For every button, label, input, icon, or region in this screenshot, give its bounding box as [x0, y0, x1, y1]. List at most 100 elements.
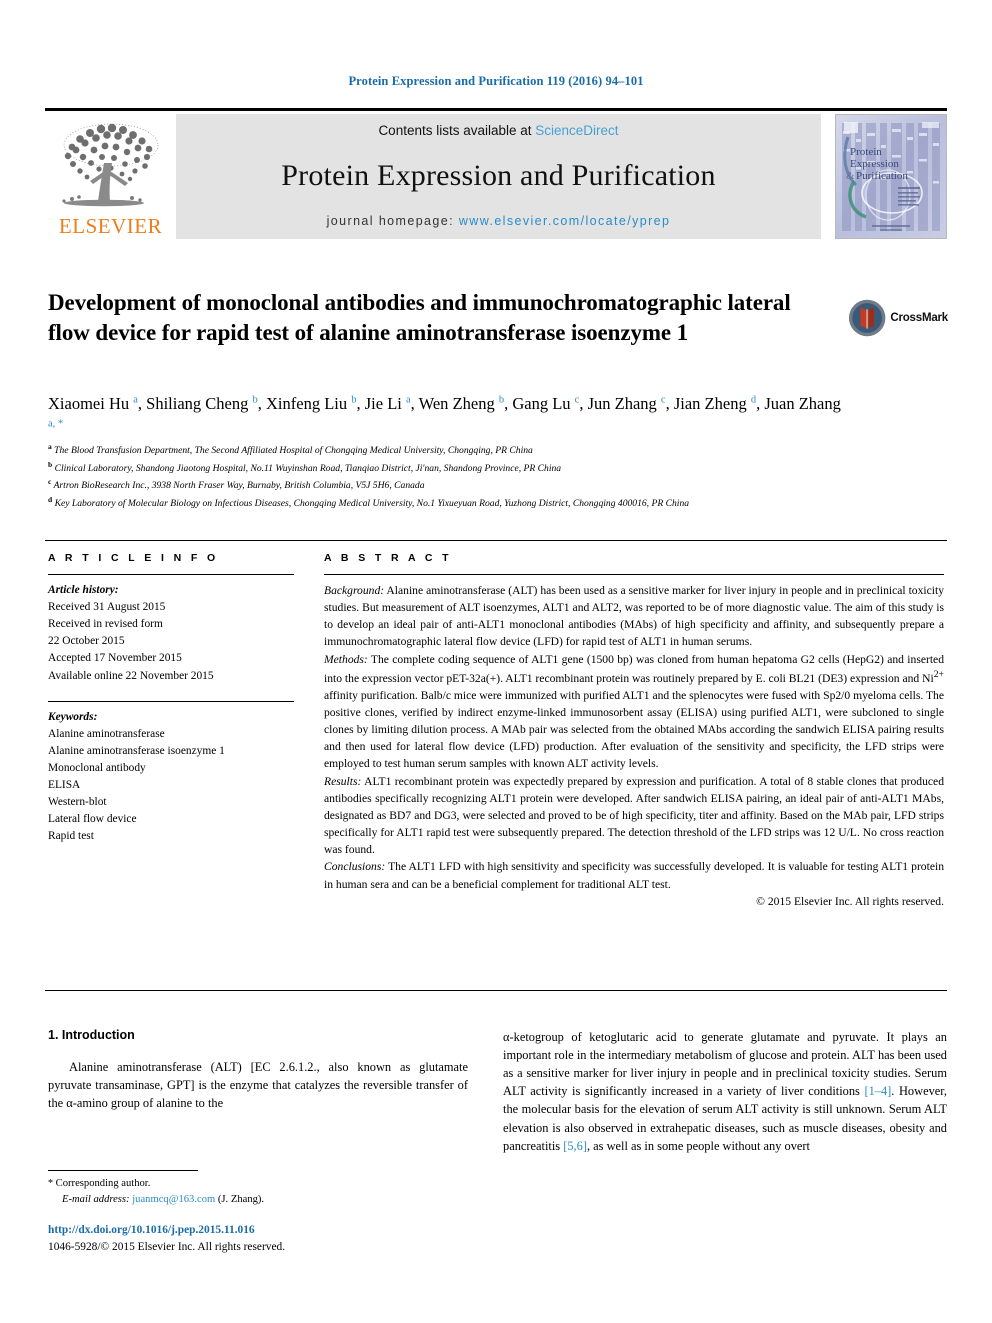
article-page: Protein Expression and Purification 119 …: [0, 0, 992, 1323]
contents-prefix: Contents lists available at: [378, 123, 536, 138]
abstract-background-text: Alanine aminotransferase (ALT) has been …: [324, 584, 944, 649]
homepage-prefix: journal homepage:: [326, 214, 459, 228]
author-name: Jun Zhang: [587, 394, 661, 413]
keyword-item[interactable]: ELISA: [48, 777, 294, 794]
corresponding-author-footnote: * Corresponding author. E-mail address: …: [48, 1176, 478, 1207]
abstract-heading: A B S T R A C T: [324, 552, 452, 564]
citation-ref-2[interactable]: [5,6]: [563, 1139, 587, 1153]
journal-band: Contents lists available at ScienceDirec…: [176, 114, 821, 239]
corresponding-author-line: * Corresponding author.: [48, 1176, 478, 1192]
article-history-item: 22 October 2015: [48, 635, 125, 648]
abstract-body: Background: Alanine aminotransferase (AL…: [324, 582, 944, 910]
keyword-item[interactable]: Lateral flow device: [48, 811, 294, 828]
homepage-url-link[interactable]: www.elsevier.com/locate/yprep: [459, 214, 671, 228]
journal-homepage-line: journal homepage: www.elsevier.com/locat…: [327, 214, 671, 228]
keywords-block: Keywords: Alanine aminotransferase Alanin…: [48, 709, 294, 846]
keywords-rule: [48, 700, 294, 702]
abstract-methods-text-2: affinity purification. Balb/c mice were …: [324, 688, 944, 771]
doi-link[interactable]: http://dx.doi.org/10.1016/j.pep.2015.11.…: [48, 1222, 478, 1239]
issn-copyright-line: 1046-5928/© 2015 Elsevier Inc. All right…: [48, 1240, 286, 1253]
svg-text:&: &: [846, 170, 855, 182]
section-divider-top: [45, 540, 947, 541]
affiliation-text: Key Laboratory of Molecular Biology on I…: [52, 498, 690, 510]
crossmark-badge[interactable]: CrossMark: [848, 290, 948, 346]
keywords-label: Keywords:: [48, 710, 98, 723]
article-info-heading: A R T I C L E I N F O: [48, 552, 219, 564]
cover-art-icon: Protein Expression & Purification: [836, 115, 946, 238]
article-history-label: Article history:: [48, 584, 119, 596]
abstract-conclusions-label: Conclusions:: [324, 860, 386, 874]
article-history-item: Accepted 17 November 2015: [48, 652, 182, 665]
keyword-items: Alanine aminotransferase Alanine aminotra…: [48, 726, 294, 846]
author-name: Shiliang Cheng: [146, 394, 253, 413]
keyword-item[interactable]: Alanine aminotransferase isoenzyme 1: [48, 743, 294, 760]
article-history-item: Available online 22 November 2015: [48, 669, 214, 682]
author-name: Wen Zheng: [418, 394, 499, 413]
affiliation-item: d Key Laboratory of Molecular Biology on…: [48, 494, 848, 512]
author-name: Jie Li: [364, 394, 406, 413]
introduction-heading: 1. Introduction: [48, 1028, 135, 1042]
affiliation-item: c Artron BioResearch Inc., 3938 North Fr…: [48, 476, 848, 494]
keyword-item[interactable]: Rapid test: [48, 828, 294, 845]
elsevier-wordmark: ELSEVIER: [58, 214, 163, 238]
elsevier-tree-icon: [61, 123, 158, 207]
abstract-methods-superscript: 2+: [933, 668, 944, 680]
abstract-methods: Methods: The complete coding sequence of…: [324, 651, 944, 773]
journal-cover-thumbnail[interactable]: Protein Expression & Purification: [835, 114, 947, 239]
author-affiliation-marker: a, *: [48, 418, 64, 430]
author-separator: ,: [410, 394, 419, 413]
svg-text:Protein: Protein: [850, 146, 882, 158]
introduction-left-column: 1. Introduction Alanine aminotransferase…: [48, 1028, 468, 1112]
journal-title: Protein Expression and Purification: [281, 159, 716, 192]
introduction-right-text: α-ketogroup of ketoglutaric acid to gene…: [503, 1028, 947, 1155]
author-name: Xiaomei Hu: [48, 394, 134, 413]
citation-ref-1[interactable]: [1–4]: [864, 1084, 891, 1098]
author-list: Xiaomei Hu a, Shiliang Cheng b, Xinfeng …: [48, 392, 848, 440]
footnote-rule: [48, 1170, 198, 1171]
elsevier-logo: ELSEVIER: [45, 114, 176, 239]
abstract-background-label: Background:: [324, 584, 385, 597]
introduction-right-column: α-ketogroup of ketoglutaric acid to gene…: [503, 1028, 947, 1155]
affiliation-item: a The Blood Transfusion Department, The …: [48, 441, 848, 459]
doi-footer: http://dx.doi.org/10.1016/j.pep.2015.11.…: [48, 1222, 478, 1255]
keyword-item[interactable]: Alanine aminotransferase: [48, 726, 294, 743]
affiliation-list: a The Blood Transfusion Department, The …: [48, 441, 848, 512]
email-line: E-mail address: juanmcq@163.com (J. Zhan…: [48, 1192, 478, 1207]
intro-right-part-3: , as well as in some people without any …: [586, 1138, 810, 1153]
email-owner: (J. Zhang).: [215, 1193, 265, 1205]
abstract-methods-label: Methods:: [324, 652, 368, 666]
svg-text:Expression: Expression: [850, 158, 899, 170]
affiliation-item: b Clinical Laboratory, Shandong Jiaotong…: [48, 459, 848, 477]
crossmark-icon: [848, 299, 886, 337]
keyword-item[interactable]: Western-blot: [48, 794, 294, 811]
abstract-rule: [324, 574, 944, 575]
page-title: Development of monoclonal antibodies and…: [48, 290, 791, 345]
keyword-item[interactable]: Monoclonal antibody: [48, 760, 294, 777]
author-name: Gang Lu: [512, 394, 575, 413]
author-name: Xinfeng Liu: [266, 394, 352, 413]
svg-text:Purification: Purification: [856, 170, 908, 182]
article-history-item: Received 31 August 2015: [48, 601, 166, 614]
abstract-results-text: ALT1 recombinant protein was expectedly …: [324, 774, 944, 857]
body-divider: [45, 990, 947, 991]
article-history-items: Received 31 August 2015 Received in revis…: [48, 599, 294, 685]
running-head: Protein Expression and Purification 119 …: [348, 74, 644, 88]
abstract-results: Results: ALT1 recombinant protein was ex…: [324, 773, 944, 859]
article-history-item: Received in revised form: [48, 618, 163, 631]
introduction-left-text: Alanine aminotransferase (ALT) [EC 2.6.1…: [48, 1060, 468, 1111]
sciencedirect-link[interactable]: ScienceDirect: [535, 123, 618, 138]
abstract-conclusions-text: The ALT1 LFD with high sensitivity and s…: [324, 860, 944, 891]
abstract-copyright: © 2015 Elsevier Inc. All rights reserved…: [756, 894, 944, 908]
corresponding-label: Corresponding author.: [53, 1178, 151, 1189]
abstract-results-label: Results:: [324, 774, 362, 788]
article-title-wrap: Development of monoclonal antibodies and…: [48, 288, 838, 348]
affiliation-text: The Blood Transfusion Department, The Se…: [51, 445, 533, 457]
author-separator: ,: [579, 394, 588, 413]
article-info-column: A R T I C L E I N F O Article history: R…: [48, 552, 294, 846]
contents-available-line: Contents lists available at ScienceDirec…: [378, 123, 618, 138]
email-link[interactable]: juanmcq@163.com: [132, 1194, 215, 1205]
author-separator: ,: [137, 394, 147, 413]
article-history-block: Article history: Received 31 August 2015…: [48, 582, 294, 685]
affiliation-text: Artron BioResearch Inc., 3938 North Fras…: [51, 480, 425, 492]
author-separator: ,: [356, 394, 365, 413]
